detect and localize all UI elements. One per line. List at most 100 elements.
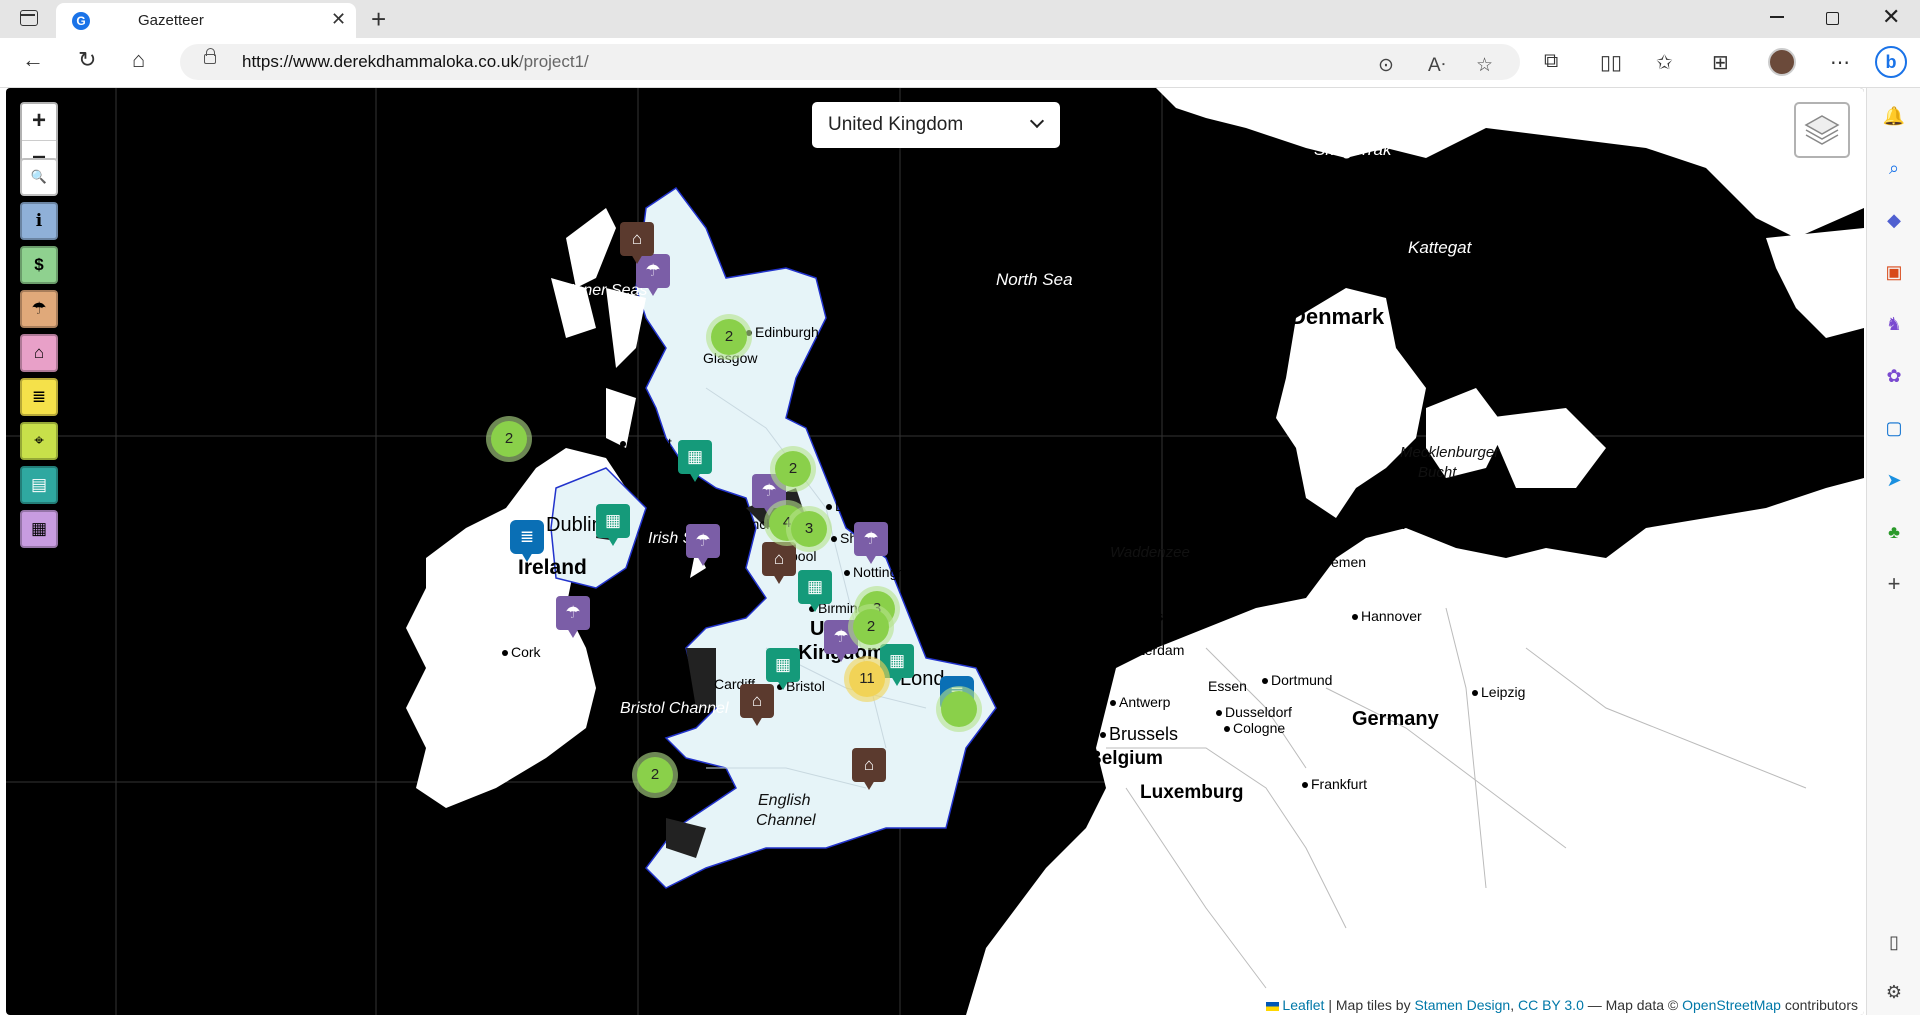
label-leipzig: Leipzig	[1472, 684, 1525, 700]
marker-cluster[interactable]: 2	[770, 446, 816, 492]
maximize-button[interactable]	[1826, 12, 1839, 25]
currency-button[interactable]: $	[20, 246, 58, 284]
favorite-star-icon[interactable]: ☆	[1476, 54, 1493, 77]
tools-icon[interactable]: ▣	[1882, 260, 1906, 284]
house-marker[interactable]: ⌂	[852, 748, 886, 792]
lock-icon[interactable]	[204, 48, 216, 64]
marker-cluster[interactable]: 2	[486, 416, 532, 462]
outlook-icon[interactable]: ▢	[1882, 416, 1906, 440]
map-tiles	[6, 88, 1864, 1015]
notifications-icon[interactable]: 🔔	[1882, 104, 1906, 128]
close-window-button[interactable]: ✕	[1882, 4, 1900, 30]
contact-button[interactable]: ▤	[20, 466, 58, 504]
label-belgium: Belgium	[1088, 748, 1163, 769]
home-icon[interactable]: ⌂	[132, 47, 145, 73]
more-menu-icon[interactable]: ⋯	[1830, 50, 1850, 75]
stamen-link[interactable]: Stamen Design	[1414, 997, 1510, 1013]
label-dublin: Dublin	[546, 514, 603, 536]
location-button[interactable]: ⌖	[20, 422, 58, 460]
add-icon[interactable]: +	[1882, 572, 1906, 596]
marker-cluster[interactable]: 2	[632, 752, 678, 798]
marker-cluster[interactable]: 11	[844, 656, 890, 702]
favorites-icon[interactable]: ✩	[1656, 50, 1673, 75]
house-marker[interactable]: ⌂	[620, 222, 654, 266]
label-waddenzee: Waddenzee	[1110, 544, 1190, 561]
weather-marker[interactable]: ☂	[686, 524, 720, 568]
building-icon: ▦	[798, 570, 832, 604]
building-marker[interactable]: ▦	[798, 570, 832, 614]
edge-sidebar: 🔔 ⌕ ◆ ▣ ♞ ✿ ▢ ➤ ♣ + ▯ ⚙	[1866, 88, 1920, 1015]
ccby-link[interactable]: CC BY 3.0	[1518, 997, 1584, 1013]
house-marker[interactable]: ⌂	[762, 542, 796, 586]
umbrella-icon: ☂	[686, 524, 720, 558]
send-icon[interactable]: ➤	[1882, 468, 1906, 492]
settings-gear-icon[interactable]: ⚙	[1882, 980, 1906, 1004]
url-field[interactable]: https://www.derekdhammaloka.co.uk/projec…	[180, 44, 1520, 80]
database-button[interactable]: ≣	[20, 378, 58, 416]
zoom-in-button[interactable]: +	[22, 104, 56, 140]
weather-marker[interactable]: ☂	[854, 522, 888, 566]
url-text[interactable]: https://www.derekdhammaloka.co.uk/projec…	[242, 52, 589, 72]
umbrella-icon: ☂	[854, 522, 888, 556]
new-tab-button[interactable]: +	[371, 4, 386, 35]
id-card-icon: ▤	[30, 475, 48, 494]
copilot-icon[interactable]: b	[1875, 46, 1907, 78]
marker-cluster[interactable]: 2	[706, 314, 752, 360]
label-dortmund: Dortmund	[1262, 672, 1332, 688]
split-screen-icon[interactable]: ▯▯	[1600, 50, 1622, 75]
label-brussels: Brussels	[1100, 724, 1178, 745]
osm-link[interactable]: OpenStreetMap	[1682, 997, 1781, 1013]
favicon-icon: G	[72, 12, 90, 30]
label-rotterdam: Rotterdam	[1110, 642, 1184, 658]
tree-icon[interactable]: ♣	[1882, 520, 1906, 544]
shopping-tag-icon[interactable]: ◆	[1882, 208, 1906, 232]
weather-button[interactable]: ☂	[20, 290, 58, 328]
museum-button[interactable]: ⌂	[20, 334, 58, 372]
umbrella-icon: ☂	[31, 299, 47, 318]
umbrella-icon: ☂	[556, 596, 590, 630]
marker-cluster[interactable]: 3	[786, 506, 832, 552]
address-bar-row: ← ↻ ⌂ https://www.derekdhammaloka.co.uk/…	[0, 38, 1920, 88]
marker-cluster[interactable]	[936, 686, 982, 732]
tab-actions-icon[interactable]	[20, 10, 38, 26]
search-button[interactable]: 🔍	[20, 158, 58, 196]
back-icon[interactable]: ←	[22, 47, 44, 73]
label-skagerrak: Skagerrak	[1314, 140, 1392, 159]
chevron-down-icon	[1029, 113, 1045, 129]
browser-tab[interactable]: G Gazetteer ✕	[56, 3, 356, 38]
building-marker[interactable]: ▦	[678, 440, 712, 484]
leaflet-link[interactable]: Leaflet	[1282, 997, 1324, 1013]
microsoft365-icon[interactable]: ✿	[1882, 364, 1906, 388]
label-cope: Cope	[1484, 342, 1532, 363]
layers-control[interactable]	[1794, 102, 1850, 158]
sidebar-toggle-icon[interactable]: ▯	[1882, 930, 1906, 954]
country-select[interactable]: United Kingdom	[812, 102, 1060, 148]
games-icon[interactable]: ♞	[1882, 312, 1906, 336]
reload-icon[interactable]: ↻	[78, 47, 96, 73]
close-tab-icon[interactable]: ✕	[331, 9, 346, 30]
search-icon[interactable]: ⌕	[1882, 156, 1906, 180]
building-marker[interactable]: ▦	[766, 648, 800, 692]
label-the-hague: The Hague	[1036, 630, 1106, 646]
collections-icon[interactable]: ⊞	[1712, 50, 1729, 75]
info-button[interactable]: i	[20, 202, 58, 240]
profile-avatar[interactable]	[1768, 48, 1796, 76]
map-attribution: Leaflet | Map tiles by Stamen Design, CC…	[1260, 995, 1864, 1015]
weather-marker[interactable]: ☂	[556, 596, 590, 640]
database-marker[interactable]: ≣	[510, 520, 544, 564]
label-hamburg: Hamburg	[1364, 513, 1447, 534]
extensions-icon[interactable]: ⧉	[1544, 50, 1558, 73]
label-kattegat: Kattegat	[1408, 238, 1472, 257]
house-icon: ⌂	[762, 542, 796, 576]
location-pin-icon[interactable]: ⊙	[1378, 54, 1394, 77]
label-bremen: Bremen	[1308, 554, 1366, 570]
building-marker[interactable]: ▦	[596, 504, 630, 548]
marker-cluster[interactable]: 2	[848, 604, 894, 650]
read-aloud-icon[interactable]: Aᐧ	[1428, 54, 1446, 77]
crosshair-icon: ⌖	[34, 431, 44, 450]
country-select-value: United Kingdom	[828, 114, 964, 135]
database-icon: ≣	[31, 387, 47, 406]
minimize-button[interactable]	[1770, 16, 1784, 18]
map-container[interactable]: Skagerrak Goteborg Kattegat North Sea De…	[6, 88, 1864, 1015]
news-button[interactable]: ▦	[20, 510, 58, 548]
